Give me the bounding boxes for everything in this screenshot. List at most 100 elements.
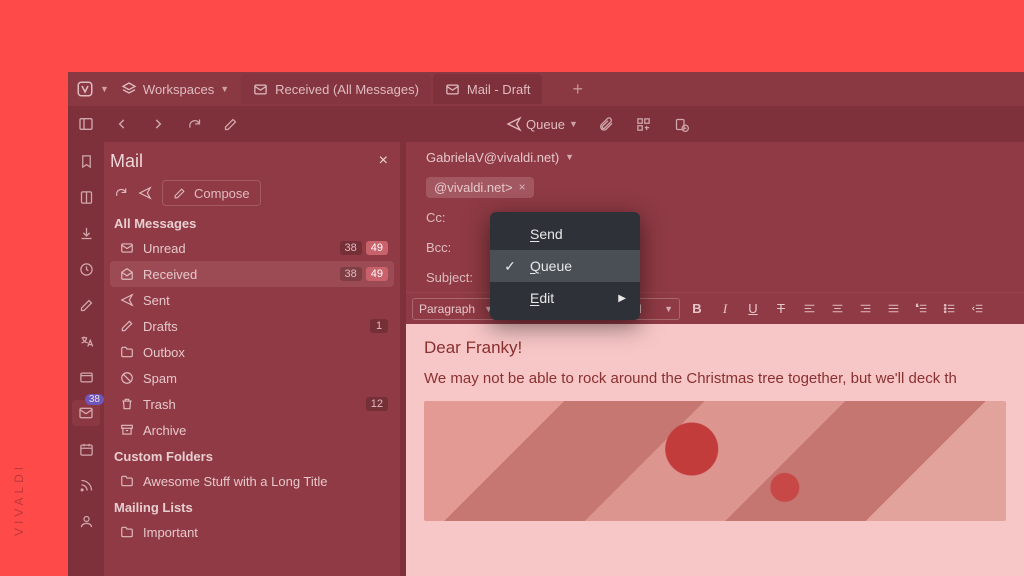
menu-item-send[interactable]: Send (490, 218, 640, 250)
tab-draft[interactable]: Mail - Draft (433, 74, 543, 104)
brand-label: VIVALDI (12, 463, 26, 536)
compose-label: Compose (194, 186, 250, 201)
folder-label: Unread (143, 241, 331, 256)
nav-back-button[interactable] (106, 110, 138, 138)
section-header: Custom Folders (110, 443, 394, 468)
tab-label: Received (All Messages) (275, 82, 419, 97)
ordered-list-button[interactable]: 1 (910, 298, 932, 320)
menu-item-edit[interactable]: Edit ▶ (490, 282, 640, 314)
folder-icon (120, 525, 134, 539)
folder-icon (120, 345, 134, 359)
menu-item-queue[interactable]: ✓ Queue (490, 250, 640, 282)
mail-open-icon (120, 267, 134, 281)
side-iconbar: 38 (68, 142, 104, 576)
insert-button[interactable] (628, 110, 660, 138)
downloads-panel-icon[interactable] (72, 220, 100, 246)
send-queued-button[interactable] (138, 186, 152, 200)
outdent-button[interactable] (966, 298, 988, 320)
workspaces-label: Workspaces (143, 82, 214, 97)
mail-panel-icon[interactable]: 38 (72, 400, 100, 426)
close-panel-button[interactable]: × (373, 152, 394, 170)
folder-archive[interactable]: Archive (110, 417, 394, 443)
folder-label: Spam (143, 371, 388, 386)
refresh-button[interactable] (178, 110, 210, 138)
sidebar-title: Mail (110, 151, 143, 172)
translate-panel-icon[interactable] (72, 328, 100, 354)
sync-button[interactable] (114, 186, 128, 200)
workspaces-button[interactable]: Workspaces ▼ (111, 76, 239, 102)
align-left-button[interactable] (798, 298, 820, 320)
new-tab-button[interactable]: + (572, 79, 583, 100)
submenu-arrow-icon: ▶ (618, 293, 626, 304)
folder-label: Important (143, 525, 388, 540)
folder-label: Trash (143, 397, 357, 412)
mail-unread-badge: 38 (85, 394, 104, 405)
nav-forward-button[interactable] (142, 110, 174, 138)
underline-button[interactable]: U (742, 298, 764, 320)
folder-label: Outbox (143, 345, 388, 360)
folder-outbox[interactable]: Outbox (110, 339, 394, 365)
mail-sidebar: Mail × Compose All Messages Unread3849Re… (104, 142, 400, 576)
notes-panel-icon[interactable] (72, 292, 100, 318)
align-right-button[interactable] (854, 298, 876, 320)
app-menu-button[interactable] (72, 76, 98, 102)
align-center-button[interactable] (826, 298, 848, 320)
reader-panel-icon[interactable] (72, 184, 100, 210)
send-icon (120, 293, 134, 307)
bookmarks-panel-icon[interactable] (72, 148, 100, 174)
app-window: ▼ Workspaces ▼ Received (All Messages) M… (68, 72, 1024, 576)
italic-button[interactable]: I (714, 298, 736, 320)
mail-icon (253, 82, 268, 97)
from-value: GabrielaV@vivaldi.net) (426, 150, 559, 165)
folder-drafts[interactable]: Drafts1 (110, 313, 394, 339)
feeds-panel-icon[interactable] (72, 472, 100, 498)
compose-toolbar-button[interactable] (214, 110, 246, 138)
folder-received[interactable]: Received3849 (110, 261, 394, 287)
folder-unread[interactable]: Unread3849 (110, 235, 394, 261)
count-badge: 49 (366, 267, 388, 281)
chevron-down-icon: ▼ (569, 119, 578, 129)
block-format-dropdown[interactable]: Paragraph▼ (412, 298, 500, 320)
queue-dropdown-menu: Send ✓ Queue Edit ▶ (490, 212, 640, 320)
unordered-list-button[interactable] (938, 298, 960, 320)
tab-received[interactable]: Received (All Messages) (241, 74, 431, 104)
recipient-text: @vivaldi.net> (434, 180, 513, 195)
panel-toggle-button[interactable] (70, 110, 102, 138)
bcc-label: Bcc: (426, 240, 496, 255)
queue-split-button[interactable]: Queue ▼ (500, 111, 584, 137)
align-justify-button[interactable] (882, 298, 904, 320)
check-icon: ✓ (502, 258, 518, 275)
count-badge: 12 (366, 397, 388, 411)
window-panel-icon[interactable] (72, 364, 100, 390)
archive-icon (120, 423, 134, 437)
calendar-panel-icon[interactable] (72, 436, 100, 462)
history-panel-icon[interactable] (72, 256, 100, 282)
folder-awesome-stuff-with-a-long-title[interactable]: Awesome Stuff with a Long Title (110, 468, 394, 494)
folder-important[interactable]: Important (110, 519, 394, 545)
attach-button[interactable] (590, 110, 622, 138)
folder-trash[interactable]: Trash 12 (110, 391, 394, 417)
section-header: Mailing Lists (110, 494, 394, 519)
chevron-down-icon: ▼ (220, 84, 229, 94)
message-body[interactable]: Dear Franky! We may not be able to rock … (406, 324, 1024, 576)
app-menu-caret-icon: ▼ (100, 84, 109, 94)
recipient-chip[interactable]: @vivaldi.net> × (426, 177, 534, 198)
embedded-image (424, 401, 1006, 521)
strike-button[interactable]: T (770, 298, 792, 320)
folder-spam[interactable]: Spam (110, 365, 394, 391)
remove-recipient-icon[interactable]: × (519, 180, 526, 194)
body-line: We may not be able to rock around the Ch… (424, 370, 1006, 387)
edit-icon (120, 319, 134, 333)
folder-label: Awesome Stuff with a Long Title (143, 474, 388, 489)
count-badge: 49 (366, 241, 388, 255)
spam-icon (120, 371, 134, 385)
compose-button[interactable]: Compose (162, 180, 261, 206)
compose-toolbar: Queue ▼ (500, 106, 698, 142)
folder-icon (120, 474, 134, 488)
discard-button[interactable] (666, 110, 698, 138)
folder-sent[interactable]: Sent (110, 287, 394, 313)
contacts-panel-icon[interactable] (72, 508, 100, 534)
from-account-dropdown[interactable]: GabrielaV@vivaldi.net) ▼ (426, 150, 574, 165)
cc-label: Cc: (426, 210, 496, 225)
bold-button[interactable]: B (686, 298, 708, 320)
